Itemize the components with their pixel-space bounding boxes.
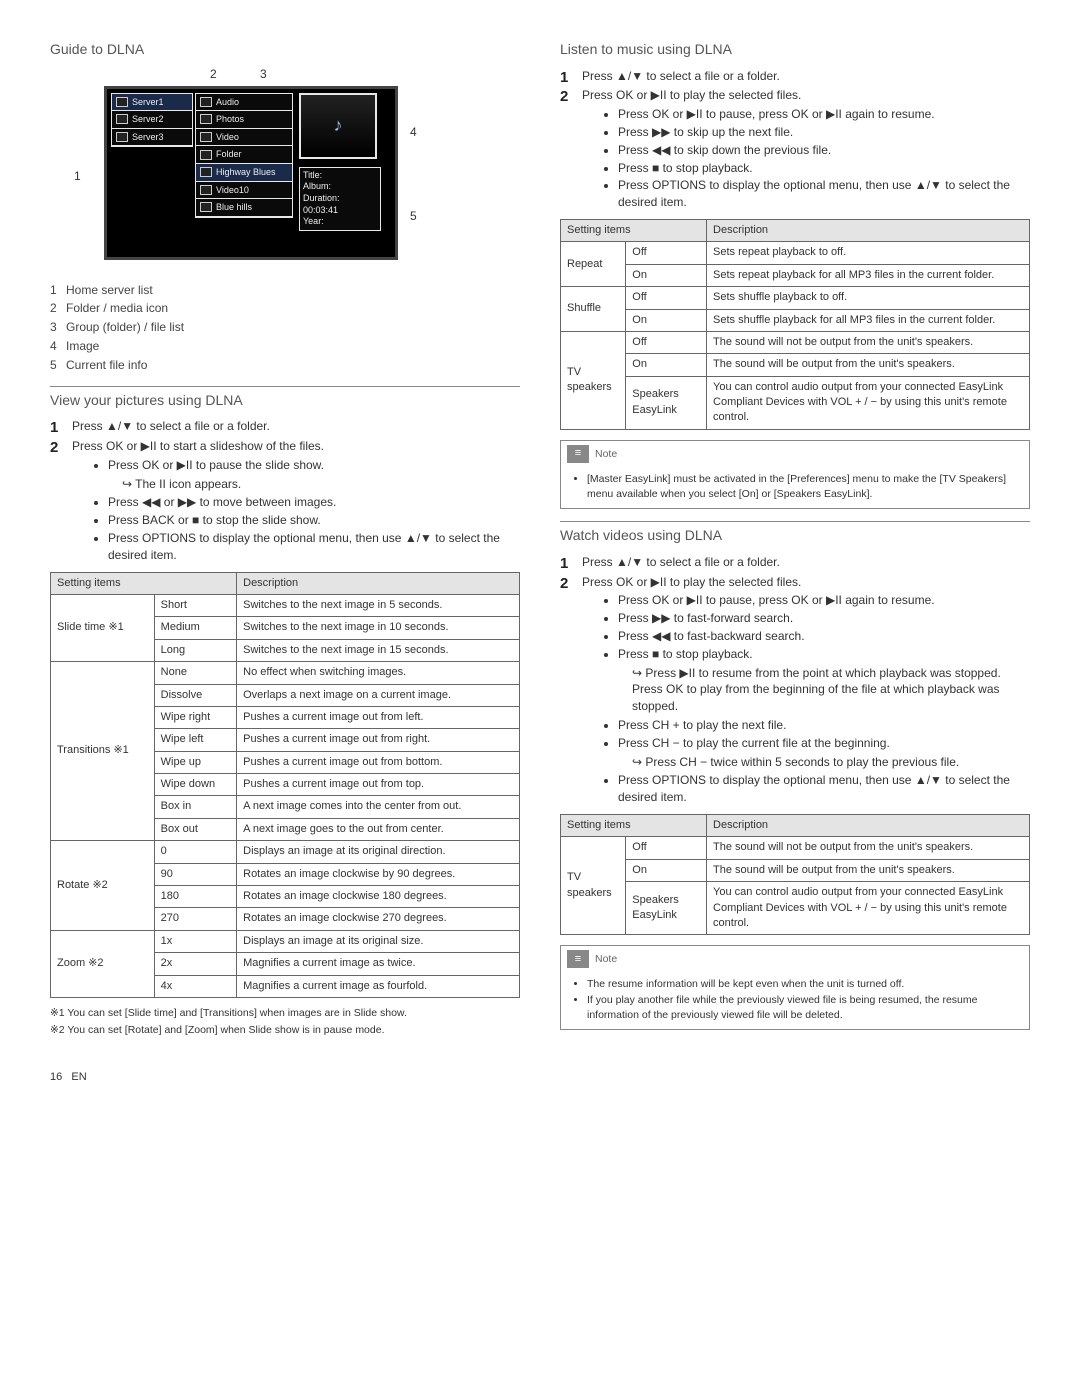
- thumbnail-image: ♪: [299, 93, 377, 159]
- folder-icon: [200, 97, 212, 107]
- video-steps: Press ▲/▼ to select a file or a folder. …: [560, 554, 1030, 806]
- page-columns: Guide to DLNA 1 2 3 4 5 Server1 Server2 …: [50, 40, 1030, 1040]
- server-icon: [116, 132, 128, 142]
- folder-icon: [200, 132, 212, 142]
- heading-watch-videos: Watch videos using DLNA: [560, 521, 1030, 546]
- server-icon: [116, 114, 128, 124]
- view-steps: Press ▲/▼ to select a file or a folder. …: [50, 418, 520, 563]
- server-icon: [116, 97, 128, 107]
- note-box-1: ≡Note [Master EasyLink] must be activate…: [560, 440, 1030, 509]
- folder-icon: [200, 114, 212, 124]
- callout-1: 1: [74, 168, 81, 185]
- right-column: Listen to music using DLNA Press ▲/▼ to …: [560, 40, 1030, 1040]
- dlna-diagram: 1 2 3 4 5 Server1 Server2 Server3 Audio …: [80, 68, 440, 268]
- callout-4: 4: [410, 124, 417, 141]
- file-info: Title: Album: Duration: 00:03:41 Year:: [299, 167, 381, 231]
- note-icon: ≡: [567, 445, 589, 463]
- folder-icon: [200, 150, 212, 160]
- tv-screen: Server1 Server2 Server3 Audio Photos Vid…: [104, 86, 398, 260]
- server-3: Server3: [132, 131, 164, 144]
- step-2: Press OK or ▶II to start a slideshow of …: [50, 438, 520, 564]
- left-column: Guide to DLNA 1 2 3 4 5 Server1 Server2 …: [50, 40, 520, 1040]
- video-settings-table: Setting itemsDescription TV speakersOffT…: [560, 814, 1030, 935]
- server-2: Server2: [132, 113, 164, 126]
- heading-view-pictures: View your pictures using DLNA: [50, 386, 520, 411]
- server-panel: Server1 Server2 Server3: [111, 93, 193, 148]
- diagram-legend: 1Home server list 2Folder / media icon 3…: [50, 282, 520, 374]
- heading-guide-dlna: Guide to DLNA: [50, 40, 520, 60]
- pictures-settings-table: Setting itemsDescription Slide time ※1Sh…: [50, 572, 520, 998]
- video-icon: [200, 185, 212, 195]
- callout-2: 2: [210, 66, 217, 83]
- note-box-2: ≡Note The resume information will be kep…: [560, 945, 1030, 1030]
- music-icon: [200, 167, 212, 177]
- music-settings-table: Setting itemsDescription RepeatOffSets r…: [560, 219, 1030, 430]
- server-1: Server1: [132, 96, 164, 109]
- page-footer: 16 EN: [50, 1070, 1030, 1085]
- note-icon: ≡: [567, 950, 589, 968]
- footnote-1: ※1 You can set [Slide time] and [Transit…: [50, 1006, 520, 1021]
- music-steps: Press ▲/▼ to select a file or a folder. …: [560, 68, 1030, 211]
- callout-3: 3: [260, 66, 267, 83]
- callout-5: 5: [410, 208, 417, 225]
- photo-icon: [200, 202, 212, 212]
- footnote-2: ※2 You can set [Rotate] and [Zoom] when …: [50, 1023, 520, 1038]
- folder-panel: Audio Photos Video Folder Highway Blues …: [195, 93, 293, 218]
- heading-listen-music: Listen to music using DLNA: [560, 40, 1030, 60]
- step-1: Press ▲/▼ to select a file or a folder.: [50, 418, 520, 435]
